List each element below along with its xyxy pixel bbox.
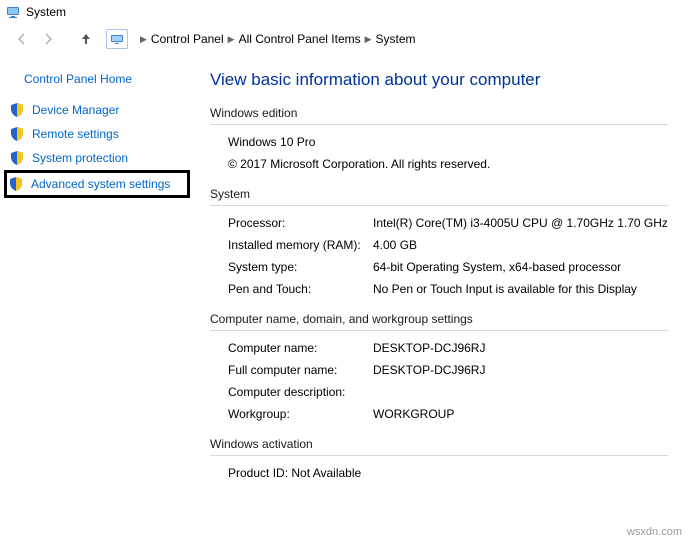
ram-label: Installed memory (RAM): — [228, 238, 373, 252]
sidebar-item-device-manager[interactable]: Device Manager — [6, 98, 190, 122]
nav-back-button[interactable] — [12, 29, 32, 49]
shield-icon — [10, 151, 24, 165]
nav-row: ▶ Control Panel ▶ All Control Panel Item… — [0, 24, 692, 54]
full-computer-name-label: Full computer name: — [228, 363, 373, 377]
sidebar-item-remote-settings[interactable]: Remote settings — [6, 122, 190, 146]
chevron-right-icon: ▶ — [365, 34, 372, 45]
sidebar: Control Panel Home Device Manager Remote… — [0, 66, 190, 544]
section-activation: Windows activation — [210, 437, 668, 456]
system-type-label: System type: — [228, 260, 373, 274]
nav-up-button[interactable] — [76, 29, 96, 49]
computer-name-value: DESKTOP-DCJ96RJ — [373, 341, 668, 355]
computer-name-label: Computer name: — [228, 341, 373, 355]
sidebar-label: Device Manager — [32, 103, 119, 117]
shield-icon — [10, 127, 24, 141]
section-windows-edition: Windows edition — [210, 106, 668, 125]
workgroup-label: Workgroup: — [228, 407, 373, 421]
breadcrumb-control-panel[interactable]: Control Panel — [151, 32, 224, 46]
main: View basic information about your comput… — [190, 66, 692, 544]
sidebar-item-system-protection[interactable]: System protection — [6, 146, 190, 170]
computer-description-label: Computer description: — [228, 385, 373, 399]
workgroup-value: WORKGROUP — [373, 407, 668, 421]
window-title: System — [26, 5, 66, 19]
shield-icon — [10, 103, 24, 117]
system-type-value: 64-bit Operating System, x64-based proce… — [373, 260, 668, 274]
control-panel-home-link[interactable]: Control Panel Home — [6, 66, 190, 98]
edition-name: Windows 10 Pro — [228, 131, 668, 153]
body: Control Panel Home Device Manager Remote… — [0, 54, 692, 544]
processor-label: Processor: — [228, 216, 373, 230]
breadcrumb-icon[interactable] — [106, 29, 128, 49]
full-computer-name-value: DESKTOP-DCJ96RJ — [373, 363, 668, 377]
processor-value: Intel(R) Core(TM) i3-4005U CPU @ 1.70GHz… — [373, 216, 668, 230]
breadcrumb: ▶ Control Panel ▶ All Control Panel Item… — [134, 27, 422, 51]
sidebar-label: System protection — [32, 151, 128, 165]
nav-forward-button[interactable] — [38, 29, 58, 49]
product-id: Product ID: Not Available — [228, 462, 668, 484]
system-icon — [6, 5, 20, 19]
computer-description-value — [373, 385, 668, 399]
edition-copyright: © 2017 Microsoft Corporation. All rights… — [228, 153, 668, 175]
breadcrumb-all-items[interactable]: All Control Panel Items — [239, 32, 361, 46]
chevron-right-icon: ▶ — [228, 34, 235, 45]
sidebar-label: Advanced system settings — [31, 177, 170, 191]
chevron-right-icon: ▶ — [140, 34, 147, 45]
section-system: System — [210, 187, 668, 206]
sidebar-item-advanced-system-settings[interactable]: Advanced system settings — [4, 170, 190, 198]
page-heading: View basic information about your comput… — [210, 66, 668, 106]
pen-touch-value: No Pen or Touch Input is available for t… — [373, 282, 668, 296]
titlebar: System — [0, 0, 692, 24]
pen-touch-label: Pen and Touch: — [228, 282, 373, 296]
breadcrumb-system[interactable]: System — [376, 32, 416, 46]
watermark: wsxdn.com — [627, 526, 682, 538]
shield-icon — [9, 177, 23, 191]
section-name-domain: Computer name, domain, and workgroup set… — [210, 312, 668, 331]
ram-value: 4.00 GB — [373, 238, 668, 252]
sidebar-label: Remote settings — [32, 127, 119, 141]
